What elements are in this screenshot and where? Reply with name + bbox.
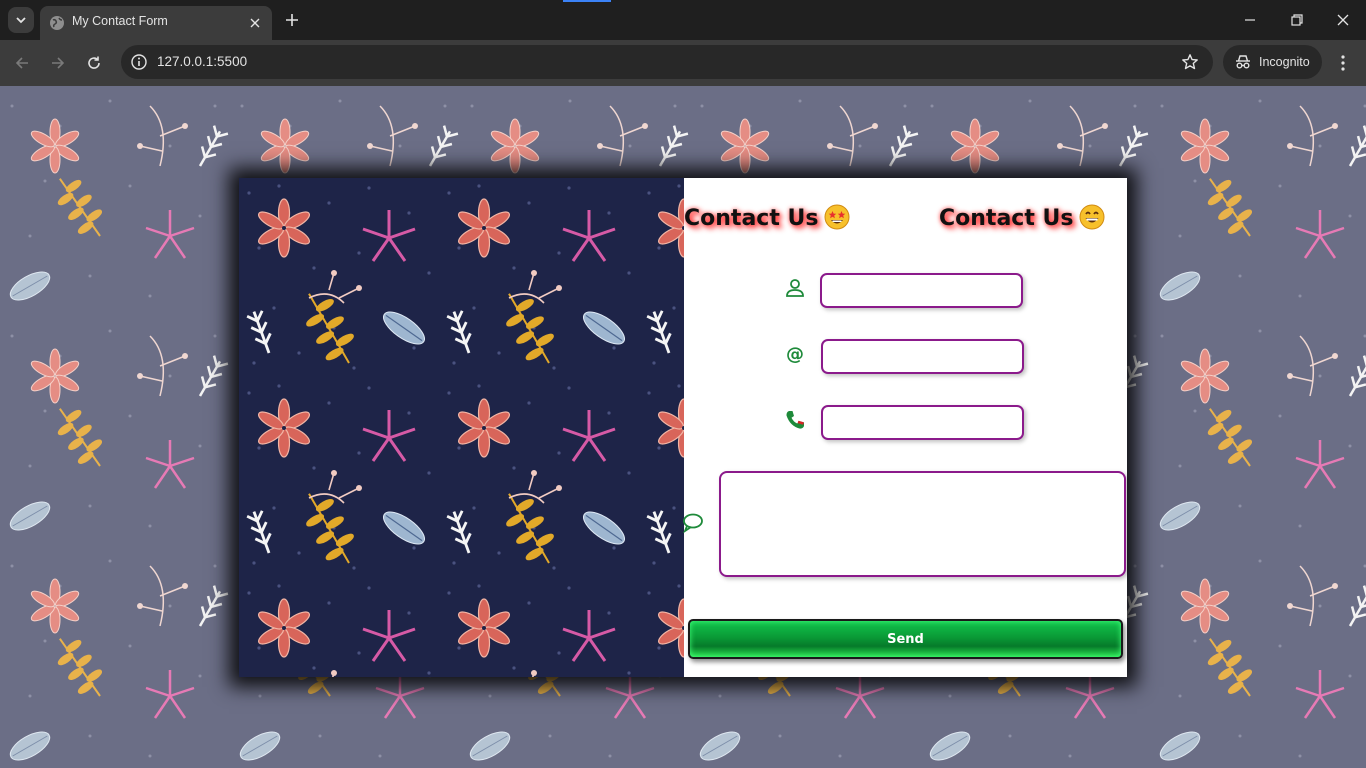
message-textarea[interactable] bbox=[719, 471, 1126, 577]
svg-text:@: @ bbox=[786, 344, 804, 365]
chevron-down-icon bbox=[16, 17, 26, 24]
incognito-indicator[interactable]: Incognito bbox=[1223, 45, 1322, 79]
plus-icon bbox=[286, 14, 298, 26]
window-accent-bar bbox=[563, 0, 611, 2]
browser-toolbar: 127.0.0.1:5500 Incognito bbox=[0, 40, 1366, 86]
grinning-emoji-icon bbox=[1079, 204, 1105, 230]
minimize-button[interactable] bbox=[1238, 8, 1262, 32]
arrow-left-icon bbox=[15, 57, 28, 69]
arrow-right-icon bbox=[52, 57, 65, 69]
incognito-icon bbox=[1236, 55, 1250, 69]
floral-art-image bbox=[239, 178, 684, 677]
contact-heading-left: Contact Us bbox=[684, 204, 850, 231]
tab-search-button[interactable] bbox=[8, 7, 34, 33]
tab-title: My Contact Form bbox=[72, 14, 168, 28]
new-tab-button[interactable] bbox=[282, 10, 302, 30]
reload-button[interactable] bbox=[82, 51, 106, 75]
more-vertical-icon bbox=[1341, 55, 1345, 71]
email-input[interactable] bbox=[821, 339, 1024, 374]
decorative-floral-panel bbox=[239, 178, 684, 677]
info-icon[interactable] bbox=[130, 53, 148, 71]
contact-form: Contact Us Contact Us @ Send bbox=[683, 178, 1127, 677]
restore-icon bbox=[1291, 14, 1303, 26]
star-struck-emoji-icon bbox=[824, 204, 850, 230]
contact-heading-right: Contact Us bbox=[939, 204, 1105, 231]
close-window-button[interactable] bbox=[1331, 8, 1355, 32]
page-viewport: Contact Us Contact Us @ Send bbox=[0, 86, 1366, 768]
send-button[interactable]: Send bbox=[688, 619, 1123, 659]
reload-icon bbox=[88, 56, 100, 69]
close-icon bbox=[1337, 14, 1349, 26]
browser-menu-button[interactable] bbox=[1333, 51, 1353, 75]
forward-button[interactable] bbox=[46, 51, 70, 75]
restore-button[interactable] bbox=[1285, 8, 1309, 32]
at-sign-icon: @ bbox=[786, 344, 804, 365]
close-icon bbox=[250, 18, 260, 28]
browser-tab-bar: My Contact Form bbox=[0, 0, 1366, 40]
contact-card: Contact Us Contact Us @ Send bbox=[239, 178, 1127, 677]
speech-bubble-icon bbox=[683, 513, 703, 533]
back-button[interactable] bbox=[10, 51, 34, 75]
bookmark-star-icon[interactable] bbox=[1181, 53, 1199, 71]
address-bar[interactable]: 127.0.0.1:5500 bbox=[121, 45, 1213, 79]
incognito-label: Incognito bbox=[1259, 55, 1310, 69]
user-icon bbox=[786, 279, 804, 297]
contact-heading-right-text: Contact Us bbox=[939, 206, 1074, 231]
globe-icon bbox=[50, 16, 64, 30]
url-text[interactable]: 127.0.0.1:5500 bbox=[157, 54, 247, 69]
minimize-icon bbox=[1245, 19, 1255, 21]
name-input[interactable] bbox=[820, 273, 1023, 308]
contact-heading-left-text: Contact Us bbox=[684, 206, 819, 231]
phone-input[interactable] bbox=[821, 405, 1024, 440]
tab-close-button[interactable] bbox=[246, 14, 264, 32]
browser-tab[interactable]: My Contact Form bbox=[40, 6, 272, 40]
phone-icon bbox=[786, 411, 804, 429]
